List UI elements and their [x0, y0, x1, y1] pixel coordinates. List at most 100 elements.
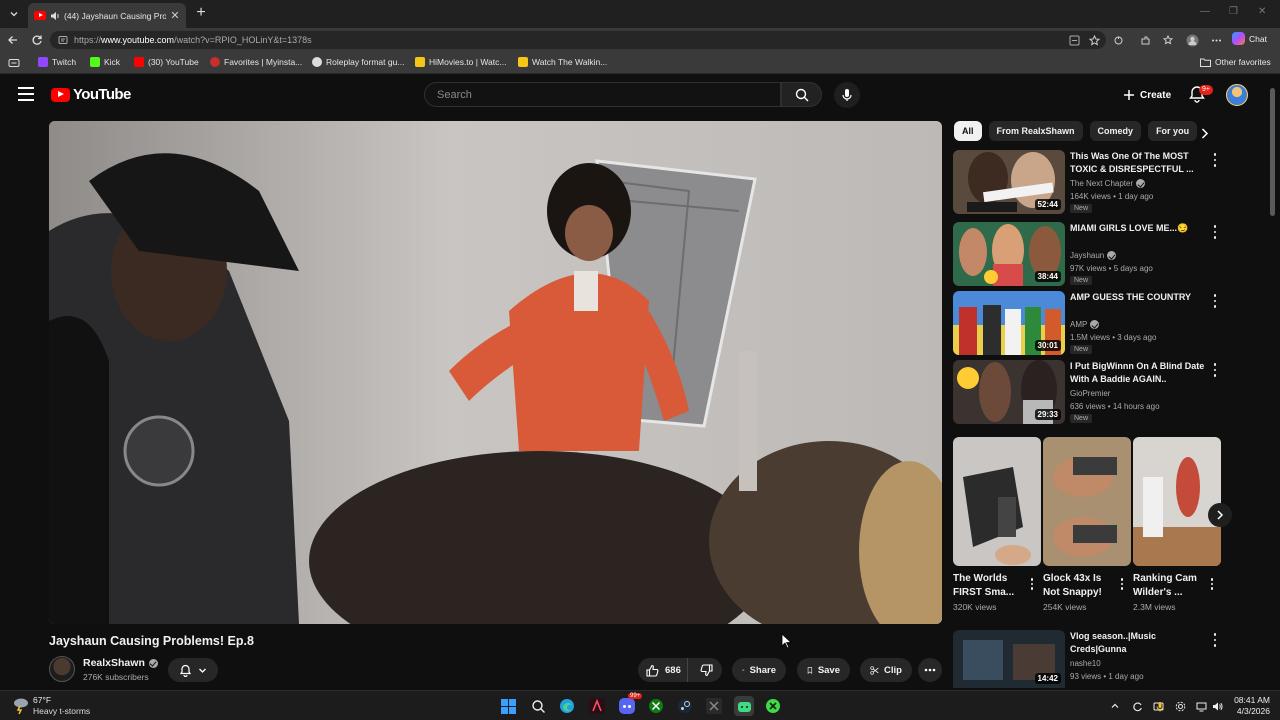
short-item[interactable]: Ranking Cam Wilder's ... 2.3M views: [1133, 437, 1221, 612]
short-title[interactable]: Ranking Cam Wilder's ...: [1133, 572, 1205, 600]
rec-channel[interactable]: The Next Chapter: [1070, 179, 1146, 188]
recommendation-item[interactable]: 38:44 MIAMI GIRLS LOVE ME...😏 Jayshaun 9…: [953, 222, 1223, 286]
browser-menu-icon[interactable]: [1209, 33, 1223, 47]
speaker-icon[interactable]: [50, 11, 60, 21]
steam-icon[interactable]: [675, 696, 695, 716]
collections-icon[interactable]: [6, 55, 22, 71]
rec-channel[interactable]: GioPremier: [1070, 389, 1110, 398]
minimize-icon[interactable]: —: [1200, 6, 1210, 17]
short-thumbnail[interactable]: [953, 437, 1041, 566]
rec-thumbnail[interactable]: 30:01: [953, 291, 1065, 355]
rec-thumbnail[interactable]: 29:33: [953, 360, 1065, 424]
channel-avatar[interactable]: [49, 656, 75, 682]
menu-icon[interactable]: [18, 87, 34, 101]
weather-temperature[interactable]: 67°F: [33, 695, 51, 705]
save-button[interactable]: Save: [797, 658, 850, 682]
dislike-button[interactable]: [693, 658, 720, 682]
address-bar[interactable]: https://www.youtube.com/watch?v=RPIO_HOL…: [50, 31, 1106, 49]
new-tab-button[interactable]: +: [192, 4, 210, 22]
share-button[interactable]: Share: [732, 658, 786, 682]
chip-comedy[interactable]: Comedy: [1089, 121, 1142, 141]
short-item[interactable]: Glock 43x Is Not Snappy! 254K views: [1043, 437, 1131, 612]
tab-close-icon[interactable]: ✕: [170, 9, 180, 22]
site-info-icon[interactable]: [58, 35, 68, 45]
rec-title[interactable]: AMP GUESS THE COUNTRY: [1070, 291, 1205, 304]
rec-title[interactable]: I Put BigWinnn On A Blind Date With A Ba…: [1070, 360, 1205, 386]
create-button[interactable]: Create: [1118, 83, 1176, 107]
account-avatar[interactable]: [1226, 84, 1248, 106]
chip-for-you[interactable]: For you: [1148, 121, 1198, 141]
short-title[interactable]: The Worlds FIRST Sma...: [953, 572, 1025, 600]
more-vertical-icon[interactable]: [1209, 632, 1221, 648]
tray-settings-icon[interactable]: [1173, 699, 1187, 713]
shorts-next-button[interactable]: [1208, 503, 1232, 527]
short-item[interactable]: The Worlds FIRST Sma... 320K views: [953, 437, 1041, 612]
short-thumbnail[interactable]: [1043, 437, 1131, 566]
more-vertical-icon[interactable]: [1209, 152, 1221, 168]
more-vertical-icon[interactable]: [1209, 362, 1221, 378]
chip-all[interactable]: All: [954, 121, 982, 141]
recommendation-item[interactable]: 52:44 This Was One Of The MOST TOXIC & D…: [953, 150, 1223, 214]
bookmark-walking-dead[interactable]: Watch The Walkin...: [518, 57, 607, 67]
copilot-chat-button[interactable]: Chat: [1232, 32, 1267, 45]
like-button[interactable]: 686: [638, 658, 688, 682]
video-player[interactable]: [49, 121, 942, 624]
xbox-app-icon[interactable]: [646, 696, 666, 716]
reload-icon[interactable]: [29, 32, 45, 48]
thunderstorm-icon[interactable]: [12, 696, 30, 714]
profile-avatar-icon[interactable]: [1185, 33, 1199, 47]
rec-channel[interactable]: nashe10: [1070, 659, 1101, 668]
more-vertical-icon[interactable]: [1209, 224, 1221, 240]
taskbar-search-icon[interactable]: [528, 696, 548, 716]
youtube-logo[interactable]: YouTube: [51, 86, 131, 103]
search-button[interactable]: [781, 82, 822, 107]
recommendation-item[interactable]: 30:01 AMP GUESS THE COUNTRY AMP 1.5M vie…: [953, 291, 1223, 355]
subscription-notification-button[interactable]: [168, 658, 218, 682]
rec-thumbnail[interactable]: 38:44: [953, 222, 1065, 286]
adobe-app-icon[interactable]: [587, 696, 607, 716]
edge-browser-icon[interactable]: [557, 696, 577, 716]
channel-name[interactable]: RealxShawn: [83, 657, 158, 669]
bookmark-himovies[interactable]: HiMovies.to | Watc...: [415, 57, 506, 67]
favorites-icon[interactable]: [1161, 33, 1175, 47]
rec-thumbnail[interactable]: 14:42: [953, 630, 1065, 688]
short-title[interactable]: Glock 43x Is Not Snappy!: [1043, 572, 1115, 600]
rec-title[interactable]: MIAMI GIRLS LOVE ME...😏: [1070, 222, 1205, 235]
back-arrow-icon[interactable]: [5, 32, 21, 48]
short-thumbnail[interactable]: [1133, 437, 1221, 566]
excel-icon[interactable]: [704, 696, 724, 716]
xbox-game-bar-icon[interactable]: [763, 696, 783, 716]
more-vertical-icon[interactable]: [1027, 577, 1037, 591]
extensions-icon[interactable]: [1138, 33, 1152, 47]
recommendation-item[interactable]: 14:42 Vlog season..|Music Creds|Gunna na…: [953, 630, 1223, 688]
bookmark-roleplay[interactable]: Roleplay format gu...: [312, 57, 404, 67]
app-available-icon[interactable]: [1067, 33, 1081, 47]
more-vertical-icon[interactable]: [1207, 577, 1217, 591]
rec-channel[interactable]: AMP: [1070, 320, 1100, 329]
rec-title[interactable]: Vlog season..|Music Creds|Gunna: [1070, 630, 1205, 656]
weather-description[interactable]: Heavy t-storms: [33, 706, 90, 716]
android-app-icon[interactable]: [734, 696, 754, 716]
bookmark-kick[interactable]: Kick: [90, 57, 120, 67]
more-vertical-icon[interactable]: [1117, 577, 1127, 591]
clip-button[interactable]: Clip: [860, 658, 912, 682]
page-scrollbar[interactable]: [1270, 88, 1275, 216]
chip-from-channel[interactable]: From RealxShawn: [988, 121, 1083, 141]
window-close-icon[interactable]: ✕: [1258, 6, 1266, 17]
search-input[interactable]: [437, 88, 780, 101]
voice-search-button[interactable]: [834, 82, 860, 108]
rec-thumbnail[interactable]: 52:44: [953, 150, 1065, 214]
more-actions-button[interactable]: [918, 658, 942, 682]
browser-tab-active[interactable]: (44) Jayshaun Causing Proble ✕: [28, 3, 186, 28]
rec-channel[interactable]: Jayshaun: [1070, 251, 1117, 260]
tray-microphone-icon[interactable]: [1153, 699, 1167, 713]
restore-icon[interactable]: ❐: [1229, 6, 1238, 17]
tray-display-icon[interactable]: [1194, 699, 1208, 713]
other-favorites[interactable]: Other favorites: [1200, 57, 1271, 67]
clock-time[interactable]: 08:41 AM: [1232, 695, 1270, 705]
bookmark-myinstants[interactable]: Favorites | Myinsta...: [210, 57, 302, 67]
favorite-star-icon[interactable]: [1087, 33, 1101, 47]
rec-title[interactable]: This Was One Of The MOST TOXIC & DISRESP…: [1070, 150, 1205, 176]
tray-volume-icon[interactable]: [1210, 699, 1224, 713]
discord-icon[interactable]: 99+: [617, 693, 643, 716]
